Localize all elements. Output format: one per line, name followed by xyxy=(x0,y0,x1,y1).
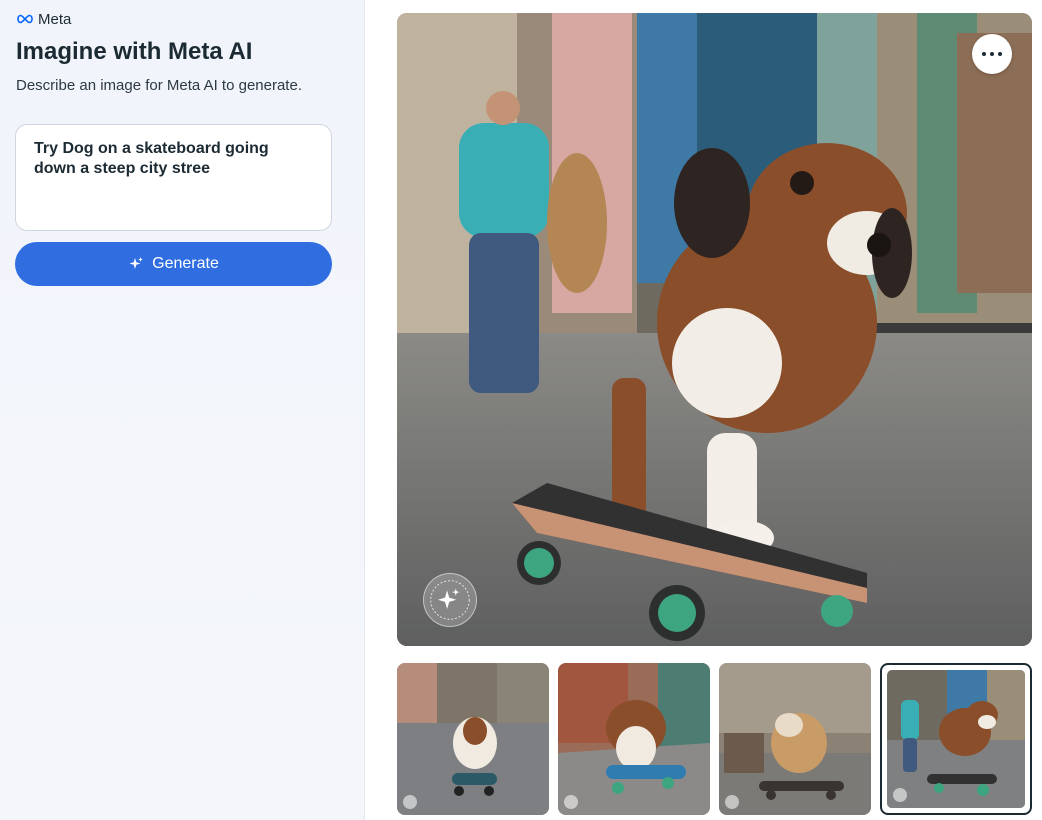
page-subtitle: Describe an image for Meta AI to generat… xyxy=(16,77,302,94)
prompt-input[interactable]: Try Dog on a skateboard going down a ste… xyxy=(15,124,332,231)
page-title: Imagine with Meta AI xyxy=(16,38,253,65)
thumbnail-ai-badge xyxy=(893,788,907,802)
thumbnail-strip xyxy=(397,663,1032,815)
generate-button[interactable]: Generate xyxy=(15,242,332,286)
imagined-with-ai-badge xyxy=(423,573,477,627)
sparkle-icon xyxy=(129,257,144,269)
left-panel: Meta Imagine with Meta AI Describe an im… xyxy=(0,0,365,820)
more-horizontal-icon xyxy=(982,52,986,56)
dog-skateboard-image xyxy=(397,13,1032,646)
brand-name: Meta xyxy=(38,10,72,28)
imagined-with-ai-badge-icon xyxy=(430,580,470,620)
thumbnail-2[interactable] xyxy=(558,663,710,815)
meta-logo[interactable]: Meta xyxy=(16,10,71,28)
thumbnail-1[interactable] xyxy=(397,663,549,815)
thumbnail-4[interactable] xyxy=(880,663,1032,815)
thumbnail-ai-badge xyxy=(403,795,417,809)
prompt-text[interactable]: Try Dog on a skateboard going down a ste… xyxy=(34,139,313,179)
results-panel xyxy=(366,0,1042,820)
generate-label: Generate xyxy=(152,255,219,272)
thumbnail-3[interactable] xyxy=(719,663,871,815)
main-generated-image[interactable] xyxy=(397,13,1032,646)
thumbnail-ai-badge xyxy=(725,795,739,809)
more-options-button[interactable] xyxy=(972,34,1012,74)
meta-infinity-icon xyxy=(17,14,33,24)
thumbnail-ai-badge xyxy=(564,795,578,809)
